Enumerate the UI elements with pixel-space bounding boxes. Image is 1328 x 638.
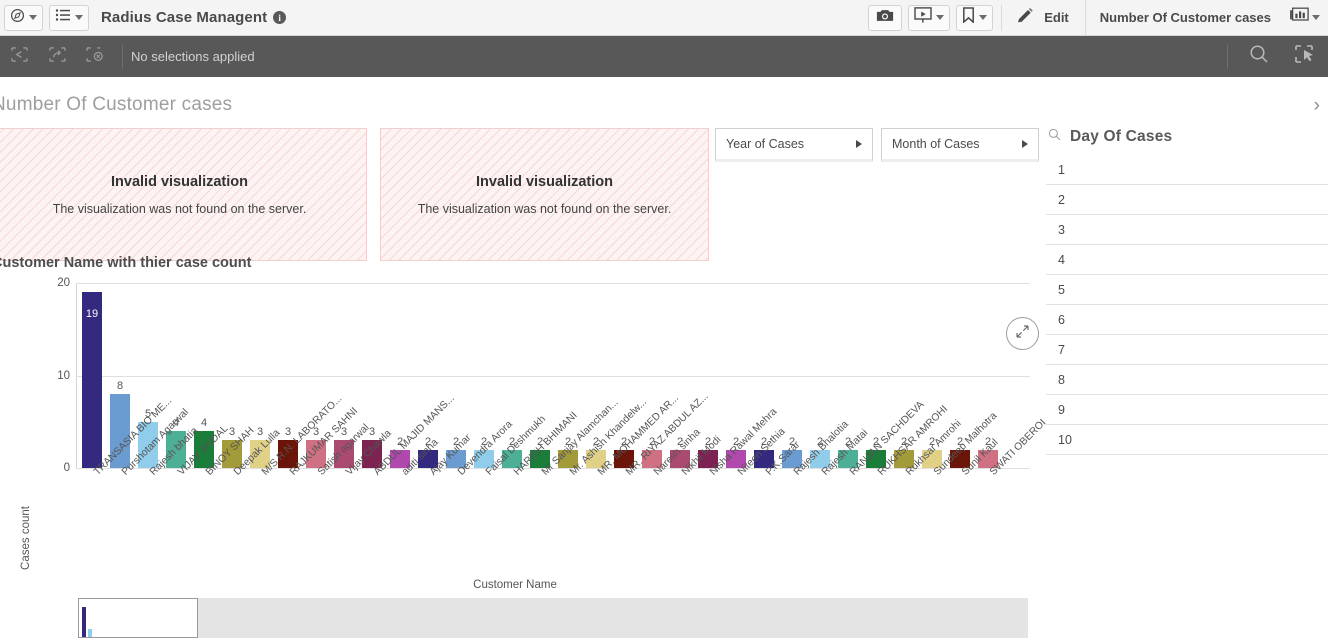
toolbar-right-group: Edit Number Of Customer cases: [862, 0, 1328, 36]
x-axis-title: Customer Name: [473, 579, 557, 591]
snapshot-button[interactable]: [868, 4, 903, 31]
app-title: Radius Case Managent i: [101, 9, 287, 26]
selection-bar: No selections applied: [0, 36, 1328, 77]
selection-clear-icon: [86, 46, 104, 67]
bar-slot: 19: [78, 283, 106, 468]
edit-button[interactable]: Edit: [1004, 0, 1085, 36]
scroll-preview-bar: [82, 607, 86, 637]
bar-value-label: 3: [256, 426, 264, 439]
listbox-title: Day Of Cases: [1070, 128, 1173, 145]
clear-selections-button[interactable]: [76, 36, 114, 77]
top-toolbar: Radius Case Managent i Edit Number Of Cu…: [0, 0, 1328, 36]
listbox-item[interactable]: 5: [1046, 275, 1328, 305]
smart-search-button[interactable]: [1236, 36, 1282, 77]
search-icon[interactable]: [1048, 128, 1061, 146]
invalid-visualization-heading: Invalid visualization: [476, 173, 613, 190]
sheet-list-button[interactable]: [49, 4, 89, 31]
listbox-item[interactable]: 6: [1046, 305, 1328, 335]
list-icon: [55, 8, 71, 27]
filter-year-label: Year of Cases: [726, 137, 805, 151]
sheet-container: Number Of Customer cases › Invalid visua…: [0, 77, 1328, 638]
current-sheet-name[interactable]: Number Of Customer cases: [1084, 0, 1285, 36]
current-sheet-name-text: Number Of Customer cases: [1099, 10, 1271, 25]
play-presentation-button[interactable]: [908, 4, 951, 31]
sheet-grid-button[interactable]: [1285, 7, 1328, 28]
listbox-item[interactable]: 10: [1046, 425, 1328, 455]
y-axis-tick: 10: [57, 369, 70, 382]
search-icon: [1248, 43, 1270, 70]
bar-chart-card: Customer Name with thier case count Case…: [0, 255, 1048, 638]
sheet-grid-icon: [1289, 7, 1309, 28]
bar-value-label: 19: [85, 308, 99, 321]
y-axis-ticks: 0 10 20: [0, 277, 70, 474]
chevron-down-icon: [75, 15, 83, 20]
selection-back-button[interactable]: [0, 36, 38, 77]
listbox-day-of-cases: Day Of Cases 1 2 3 4 5 6 7 8 9 10: [1046, 128, 1328, 455]
listbox-item[interactable]: 4: [1046, 245, 1328, 275]
bar-value-label: 8: [116, 380, 124, 392]
chart-plot-area: Cases count 0 10 20 19 8 5 4 4 3 3 3 3 3 3 2 2 2 2 2 2 2 2 2 2…: [0, 277, 1048, 638]
chart-title: Customer Name with thier case count: [0, 255, 252, 271]
info-icon[interactable]: i: [273, 11, 287, 24]
expand-chart-button[interactable]: [1006, 317, 1039, 350]
listbox-rows: 1 2 3 4 5 6 7 8 9 10: [1046, 155, 1328, 455]
selection-back-icon: [10, 46, 28, 67]
chevron-down-icon: [979, 15, 988, 20]
chart-scrollbar-thumb[interactable]: [78, 598, 198, 638]
selection-divider: [122, 44, 123, 69]
bar-value-label: 3: [228, 426, 236, 439]
sheet-title: Number Of Customer cases: [0, 94, 233, 115]
selection-tool-button[interactable]: [1282, 36, 1328, 77]
listbox-item[interactable]: 2: [1046, 185, 1328, 215]
listbox-item[interactable]: 7: [1046, 335, 1328, 365]
invalid-visualization-panel[interactable]: Invalid visualization The visualization …: [0, 128, 367, 261]
chevron-down-icon: [936, 15, 945, 20]
y-axis-tick: 0: [63, 462, 70, 474]
chevron-down-icon: [29, 15, 37, 20]
chevron-right-icon[interactable]: ›: [1314, 96, 1320, 115]
bar-value-label: 3: [284, 426, 292, 439]
filter-month-label: Month of Cases: [892, 137, 980, 151]
invalid-visualization-heading: Invalid visualization: [111, 173, 248, 190]
expand-arrows-icon: [1015, 324, 1030, 344]
edit-label: Edit: [1044, 10, 1069, 25]
compass-icon: [10, 8, 25, 28]
bookmark-button[interactable]: [956, 4, 994, 31]
triangle-right-icon: [1022, 140, 1028, 148]
invalid-visualization-message: The visualization was not found on the s…: [417, 201, 672, 216]
listbox-item[interactable]: 9: [1046, 395, 1328, 425]
filter-year-of-cases[interactable]: Year of Cases: [715, 128, 873, 162]
selection-bar-right-group: [1219, 36, 1328, 77]
chevron-down-icon: [1312, 15, 1320, 20]
bar-value-label: 4: [200, 417, 208, 429]
scroll-preview-bar: [88, 629, 92, 637]
invalid-visualization-message: The visualization was not found on the s…: [52, 201, 307, 216]
invalid-visualization-panel[interactable]: Invalid visualization The visualization …: [380, 128, 709, 261]
listbox-item[interactable]: 8: [1046, 365, 1328, 395]
present-icon: [914, 7, 932, 28]
selection-forward-button[interactable]: [38, 36, 76, 77]
filter-month-of-cases[interactable]: Month of Cases: [881, 128, 1039, 162]
triangle-right-icon: [856, 140, 862, 148]
listbox-item[interactable]: 1: [1046, 155, 1328, 185]
listbox-header: Day Of Cases: [1046, 128, 1328, 155]
y-axis-title: Cases count: [20, 506, 32, 570]
pencil-icon: [1016, 7, 1034, 28]
navigation-menu-button[interactable]: [4, 4, 43, 31]
toolbar-divider: [1001, 4, 1003, 31]
chart-scrollbar-track[interactable]: [78, 598, 1028, 638]
selection-tool-icon: [1294, 44, 1316, 69]
app-title-text: Radius Case Managent: [101, 9, 268, 26]
listbox-item[interactable]: 3: [1046, 215, 1328, 245]
selection-divider-right: [1227, 44, 1228, 69]
y-axis-tick: 20: [57, 277, 70, 289]
bookmark-icon: [962, 7, 975, 28]
selection-status: No selections applied: [131, 49, 255, 64]
camera-icon: [876, 8, 894, 28]
selection-forward-icon: [48, 46, 66, 67]
